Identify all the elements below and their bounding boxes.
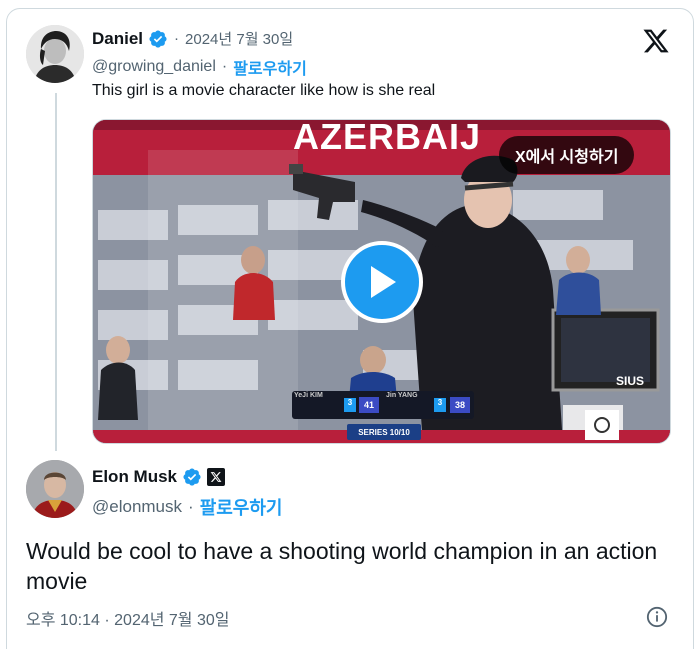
sponsor-text: SIUS — [616, 374, 645, 388]
dot-separator: · — [188, 497, 194, 516]
play-button[interactable] — [341, 241, 423, 323]
score-right: 38 — [450, 397, 470, 413]
reply-author-row: Elon Musk — [92, 467, 226, 487]
original-tweet-date[interactable]: 2024년 7월 30일 — [185, 28, 293, 49]
avatar-elon-image — [26, 460, 84, 518]
original-author-row: Daniel · 2024년 7월 30일 — [92, 28, 293, 49]
original-tweet-text: This girl is a movie character like how … — [92, 82, 436, 99]
score-right-rank: 3 — [434, 398, 446, 412]
scoreboard: YeJi KIM 3 41 Jin YANG 3 38 — [292, 391, 474, 419]
x-affiliate-badge-icon[interactable] — [207, 468, 226, 486]
reply-timestamp[interactable]: 오후 10:14 · 2024년 7월 30일 — [26, 606, 229, 630]
reply-tweet-text: Would be cool to have a shooting world c… — [26, 538, 658, 594]
dot-separator: · — [174, 30, 180, 47]
arena-banner-text: AZERBAIJ — [293, 119, 482, 157]
series-label: SERIES 10/10 — [347, 424, 421, 440]
thread-connector-line — [55, 93, 57, 451]
verified-badge-icon — [183, 468, 201, 486]
player-right-name: Jin YANG — [386, 392, 418, 399]
verified-badge-icon — [149, 29, 167, 48]
score-left: 41 — [359, 397, 379, 413]
reply-author-handle[interactable]: @elonmusk — [92, 497, 182, 517]
player-left-name: YeJi KIM — [294, 392, 323, 399]
original-author-name[interactable]: Daniel — [92, 29, 143, 49]
follow-elon-button[interactable]: 팔로우하기 — [200, 494, 283, 520]
dot-separator: · — [221, 58, 228, 75]
video-media[interactable]: AZERBAIJ X에서 시청하기 YeJi KIM 3 41 Jin YANG… — [92, 119, 671, 444]
avatar-daniel[interactable] — [26, 25, 84, 83]
original-handle-row: @growing_daniel · 팔로우하기 — [92, 55, 307, 79]
score-left-rank: 3 — [344, 398, 356, 412]
info-icon[interactable] — [646, 606, 668, 628]
play-icon — [371, 266, 396, 298]
avatar-elon-musk[interactable] — [26, 460, 84, 518]
x-logo-icon[interactable] — [641, 27, 671, 55]
original-author-handle[interactable]: @growing_daniel — [92, 58, 216, 76]
follow-daniel-button[interactable]: 팔로우하기 — [233, 55, 307, 79]
reply-author-name[interactable]: Elon Musk — [92, 467, 177, 487]
avatar-daniel-image — [26, 25, 84, 83]
watch-on-x-button[interactable]: X에서 시청하기 — [499, 136, 635, 174]
reply-handle-row: @elonmusk · 팔로우하기 — [92, 494, 283, 520]
